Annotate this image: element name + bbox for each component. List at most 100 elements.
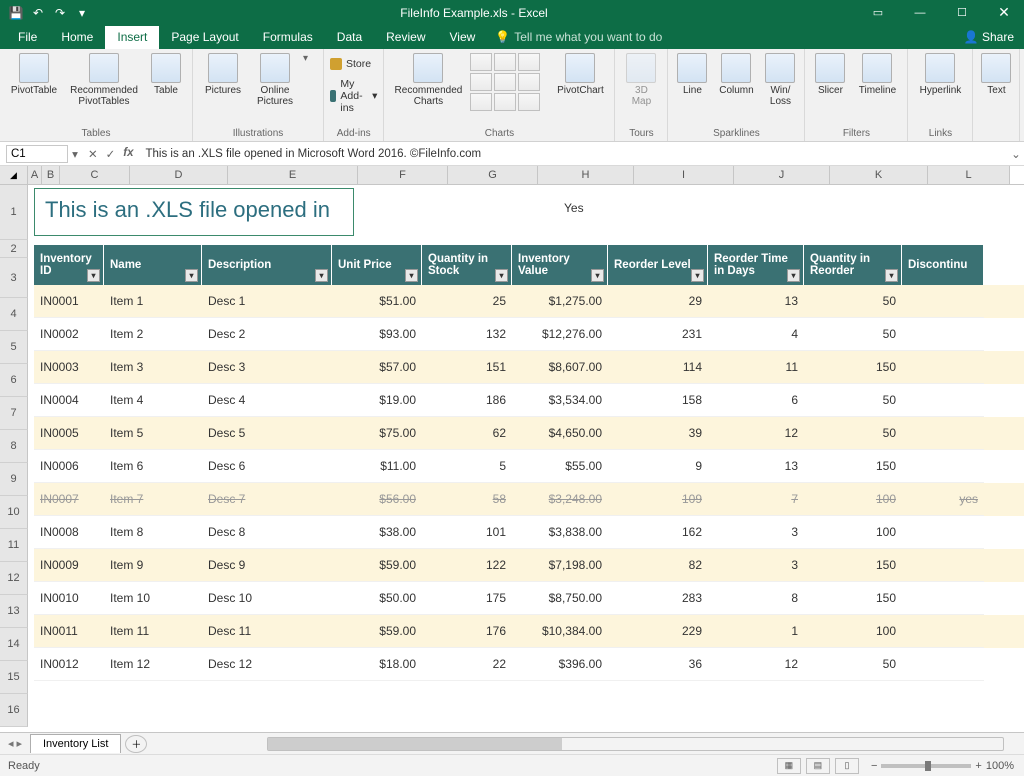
fx-icon[interactable]: fx xyxy=(123,147,133,161)
rec-pivot-button[interactable]: Recommended PivotTables xyxy=(66,53,142,107)
zoom-slider[interactable] xyxy=(881,764,971,768)
cell[interactable]: Item 1 xyxy=(104,285,202,318)
cell[interactable]: 100 xyxy=(804,615,902,648)
cell[interactable]: IN0009 xyxy=(34,549,104,582)
cell[interactable]: $8,607.00 xyxy=(512,351,608,384)
cell[interactable]: $59.00 xyxy=(332,615,422,648)
col-K[interactable]: K xyxy=(830,166,928,184)
cell[interactable]: 5 xyxy=(422,450,512,483)
row-header[interactable]: 14 xyxy=(0,628,28,661)
cell[interactable]: 8 xyxy=(708,582,804,615)
col-L[interactable]: L xyxy=(928,166,1010,184)
cell[interactable]: Desc 9 xyxy=(202,549,332,582)
cell[interactable]: 158 xyxy=(608,384,708,417)
my-addins-button[interactable]: My Add-ins ▾ xyxy=(330,77,377,115)
cell[interactable] xyxy=(902,582,984,615)
cell[interactable]: 283 xyxy=(608,582,708,615)
confirm-formula-icon[interactable]: ✓ xyxy=(106,147,116,161)
cell[interactable]: 3 xyxy=(708,549,804,582)
cell[interactable]: Desc 5 xyxy=(202,417,332,450)
table-row[interactable]: IN0006Item 6Desc 6$11.005$55.00913150 xyxy=(34,450,1024,483)
cell[interactable]: IN0005 xyxy=(34,417,104,450)
sparkline-winloss-button[interactable]: Win/ Loss xyxy=(762,53,798,107)
cell[interactable]: IN0012 xyxy=(34,648,104,681)
cell[interactable]: 4 xyxy=(708,318,804,351)
table-row[interactable]: IN0007Item 7Desc 7$56.0058$3,248.0010971… xyxy=(34,483,1024,516)
cell[interactable]: IN0008 xyxy=(34,516,104,549)
th-inv-value[interactable]: Inventory Value▾ xyxy=(512,245,608,285)
cell[interactable]: 6 xyxy=(708,384,804,417)
cell[interactable]: 12 xyxy=(708,648,804,681)
redo-icon[interactable]: ↷ xyxy=(52,5,68,21)
view-pagebreak-icon[interactable]: ▯ xyxy=(835,758,859,774)
th-unit-price[interactable]: Unit Price▾ xyxy=(332,245,422,285)
th-description[interactable]: Description▾ xyxy=(202,245,332,285)
cell[interactable]: $55.00 xyxy=(512,450,608,483)
cell[interactable]: 150 xyxy=(804,549,902,582)
title-cell[interactable]: This is an .XLS file opened in xyxy=(34,188,354,236)
cell[interactable] xyxy=(902,549,984,582)
cell[interactable]: 39 xyxy=(608,417,708,450)
tab-formulas[interactable]: Formulas xyxy=(251,26,325,49)
cell[interactable]: Desc 10 xyxy=(202,582,332,615)
name-box-dropdown-icon[interactable]: ▾ xyxy=(68,147,82,161)
tab-insert[interactable]: Insert xyxy=(105,26,159,49)
cell[interactable]: $50.00 xyxy=(332,582,422,615)
col-B[interactable]: B xyxy=(42,166,60,184)
col-A[interactable]: A xyxy=(28,166,42,184)
cell[interactable]: 50 xyxy=(804,648,902,681)
cell[interactable]: IN0006 xyxy=(34,450,104,483)
save-icon[interactable]: 💾 xyxy=(8,5,24,21)
cell[interactable]: 151 xyxy=(422,351,512,384)
maximize-icon[interactable]: ☐ xyxy=(942,0,982,25)
col-I[interactable]: I xyxy=(634,166,734,184)
row-header[interactable]: 15 xyxy=(0,661,28,694)
cell[interactable]: IN0001 xyxy=(34,285,104,318)
col-H[interactable]: H xyxy=(538,166,634,184)
cell[interactable]: $3,534.00 xyxy=(512,384,608,417)
table-row[interactable]: IN0009Item 9Desc 9$59.00122$7,198.008231… xyxy=(34,549,1024,582)
cell[interactable]: $38.00 xyxy=(332,516,422,549)
cell[interactable]: Item 3 xyxy=(104,351,202,384)
cell[interactable]: IN0010 xyxy=(34,582,104,615)
cell[interactable]: $8,750.00 xyxy=(512,582,608,615)
cell[interactable]: Desc 6 xyxy=(202,450,332,483)
cell[interactable]: 25 xyxy=(422,285,512,318)
cell[interactable]: $3,248.00 xyxy=(512,483,608,516)
view-pagelayout-icon[interactable]: ▤ xyxy=(806,758,830,774)
ribbon-options-icon[interactable]: ▭ xyxy=(858,0,898,25)
cell[interactable]: 150 xyxy=(804,582,902,615)
sparkline-line-button[interactable]: Line xyxy=(674,53,710,96)
row-header[interactable]: 13 xyxy=(0,595,28,628)
new-sheet-button[interactable]: ＋ xyxy=(125,735,147,753)
cell[interactable]: Desc 12 xyxy=(202,648,332,681)
row-header[interactable]: 6 xyxy=(0,364,28,397)
th-inventory-id[interactable]: Inventory ID▾ xyxy=(34,245,104,285)
slicer-button[interactable]: Slicer xyxy=(811,53,849,96)
map3d-button[interactable]: 3D Map xyxy=(621,53,661,107)
cancel-formula-icon[interactable]: ✕ xyxy=(88,147,98,161)
cell[interactable]: 50 xyxy=(804,384,902,417)
table-row[interactable]: IN0003Item 3Desc 3$57.00151$8,607.001141… xyxy=(34,351,1024,384)
cell[interactable]: 62 xyxy=(422,417,512,450)
cell[interactable]: $3,838.00 xyxy=(512,516,608,549)
tab-nav-icon[interactable]: ◂ ▸ xyxy=(0,737,30,750)
row-header[interactable]: 9 xyxy=(0,463,28,496)
worksheet[interactable]: ◢ A B C D E F G H I J K L 12345678910111… xyxy=(0,166,1024,732)
cell[interactable]: 36 xyxy=(608,648,708,681)
cell[interactable]: Item 5 xyxy=(104,417,202,450)
cell[interactable]: 176 xyxy=(422,615,512,648)
pivottable-button[interactable]: PivotTable xyxy=(6,53,62,96)
row-header[interactable]: 5 xyxy=(0,331,28,364)
cell[interactable]: $10,384.00 xyxy=(512,615,608,648)
cell[interactable]: yes xyxy=(902,483,984,516)
cell[interactable]: $18.00 xyxy=(332,648,422,681)
tab-file[interactable]: File xyxy=(6,26,49,49)
table-row[interactable]: IN0004Item 4Desc 4$19.00186$3,534.001586… xyxy=(34,384,1024,417)
cell[interactable]: 229 xyxy=(608,615,708,648)
qat-dropdown-icon[interactable]: ▾ xyxy=(74,5,90,21)
timeline-button[interactable]: Timeline xyxy=(853,53,901,96)
cell[interactable]: 109 xyxy=(608,483,708,516)
col-J[interactable]: J xyxy=(734,166,830,184)
undo-icon[interactable]: ↶ xyxy=(30,5,46,21)
